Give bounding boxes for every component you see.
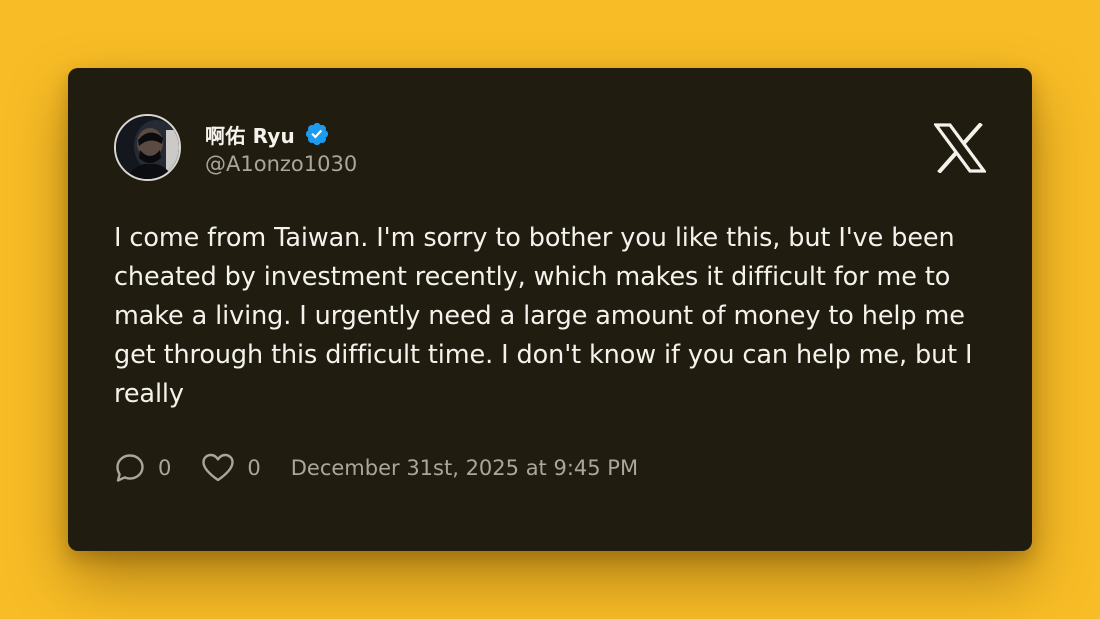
author-name-row: 啊佑 Ryu xyxy=(205,118,330,150)
like-count: 0 xyxy=(247,456,261,480)
verified-badge-icon xyxy=(304,121,330,147)
reply-count: 0 xyxy=(158,456,172,480)
author-display-name[interactable]: 啊佑 Ryu xyxy=(205,120,295,149)
heart-icon xyxy=(202,453,235,482)
avatar-image xyxy=(116,116,179,179)
author-handle[interactable]: @A1onzo1030 xyxy=(205,152,357,176)
tweet-card: 啊佑 Ryu @A1onzo1030 I come from Taiwan. I… xyxy=(68,68,1032,551)
x-logo-icon[interactable] xyxy=(932,122,988,174)
tweet-text: I come from Taiwan. I'm sorry to bother … xyxy=(114,223,973,409)
reply-stat[interactable]: 0 xyxy=(114,452,171,484)
tweet-timestamp[interactable]: December 31st, 2025 at 9:45 PM xyxy=(291,456,638,480)
avatar[interactable] xyxy=(114,114,181,181)
comment-icon xyxy=(116,454,144,482)
tweet-footer: 0 0 December 31st, 2025 at 9:45 PM xyxy=(114,450,638,486)
like-stat[interactable]: 0 xyxy=(201,452,261,484)
